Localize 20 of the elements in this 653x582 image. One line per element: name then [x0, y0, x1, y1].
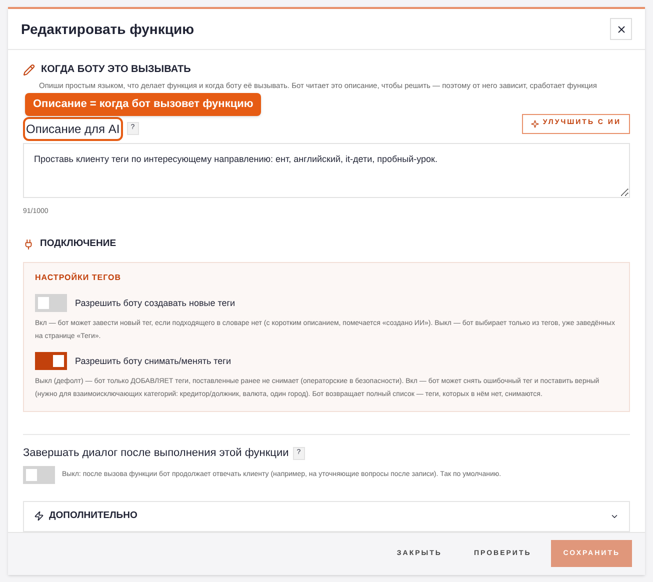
- toggle-switch[interactable]: [23, 466, 55, 484]
- plug-icon: [23, 238, 34, 250]
- advanced-section-header[interactable]: ДОПОЛНИТЕЛЬНО: [23, 500, 630, 532]
- pencil-icon: [23, 64, 35, 76]
- section-title: КОГДА БОТУ ЭТО ВЫЗЫВАТЬ: [41, 63, 191, 78]
- toggle-switch[interactable]: [35, 294, 67, 312]
- toggle-label: Разрешить боту снимать/менять теги: [75, 354, 231, 368]
- section-title: ПОДКЛЮЧЕНИЕ: [40, 237, 116, 252]
- description-field[interactable]: Проставь клиенту теги по интересующему направлению: ент, английский, it-дети, пробный-урок.: [23, 142, 630, 198]
- close-icon: [616, 24, 626, 35]
- toggle-label: Разрешить боту создавать новые теги: [75, 296, 236, 310]
- panel-title: НАСТРОЙКИ ТЕГОВ: [35, 272, 122, 284]
- lightning-icon: [34, 511, 44, 522]
- close-button[interactable]: [610, 18, 632, 40]
- toggle-switch[interactable]: [35, 352, 67, 370]
- dialog-title: Редактировать функцию: [21, 20, 194, 39]
- field-label: Описание для AI: [23, 116, 123, 141]
- sparkle-icon: [530, 120, 539, 128]
- tooltip: Описание = когда бот вызовет функцию: [25, 93, 262, 116]
- option-label: Завершать диалог после выполнения этой функции: [23, 446, 289, 462]
